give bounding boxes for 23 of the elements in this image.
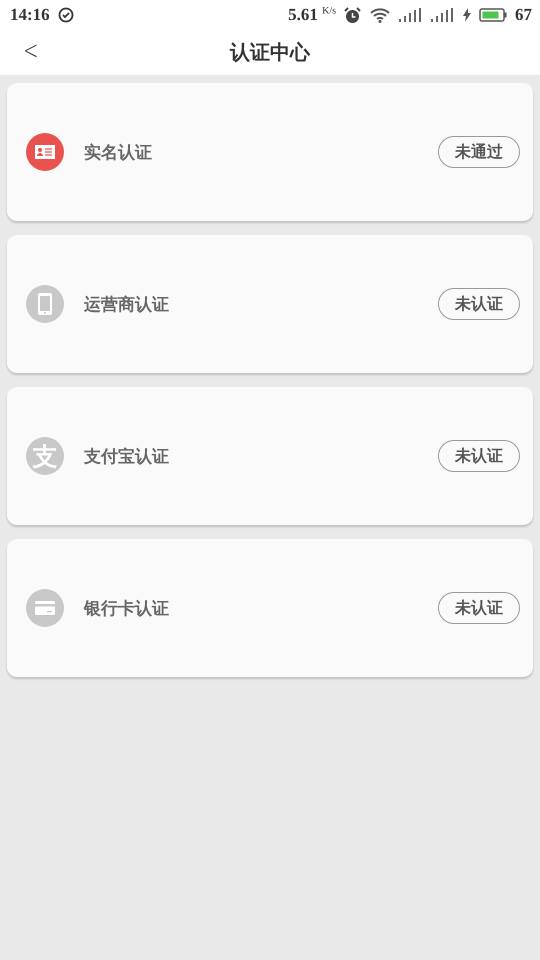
auth-card[interactable]: 银行卡认证 未认证 xyxy=(7,539,533,677)
status-button[interactable]: 未认证 xyxy=(438,592,520,624)
page-title: 认证中心 xyxy=(230,39,310,66)
signal-icon xyxy=(431,8,455,22)
auth-label: 银行卡认证 xyxy=(84,598,170,620)
signal-icon xyxy=(399,8,423,22)
status-button[interactable]: 未认证 xyxy=(438,440,520,472)
alarm-clock-icon xyxy=(344,6,361,24)
network-speed: 5.61 $^{K/s}$ xyxy=(288,5,336,25)
time: 14:16 xyxy=(10,5,50,25)
status-button[interactable]: 未通过 xyxy=(438,136,520,168)
back-button[interactable]: < xyxy=(19,36,43,66)
check-circle-icon xyxy=(58,7,74,23)
auth-label: 实名认证 xyxy=(84,142,153,164)
auth-card[interactable]: 实名认证 未通过 xyxy=(7,83,533,221)
battery-icon xyxy=(479,8,507,22)
charging-icon xyxy=(463,8,471,22)
auth-label: 运营商认证 xyxy=(84,294,170,316)
status-button[interactable]: 未认证 xyxy=(438,288,520,320)
wifi-icon xyxy=(369,7,391,23)
battery-level: 67 xyxy=(515,5,532,25)
auth-card[interactable]: 运营商认证 未认证 xyxy=(7,235,533,373)
auth-label: 支付宝认证 xyxy=(84,446,170,468)
